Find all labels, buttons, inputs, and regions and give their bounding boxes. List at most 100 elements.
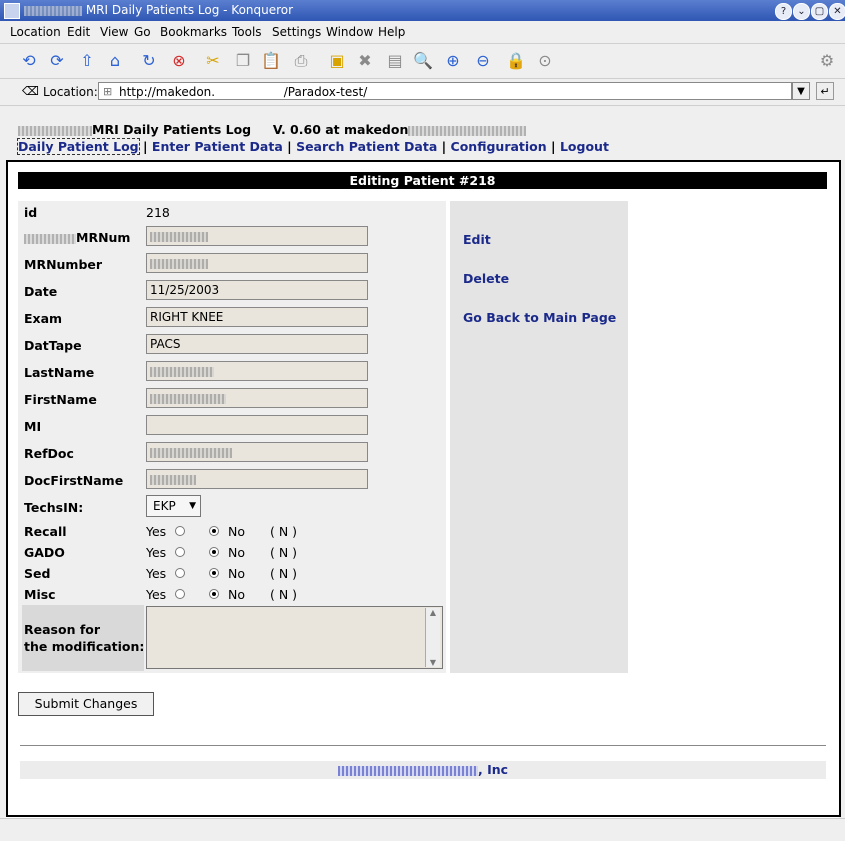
mi-field[interactable] [146, 415, 368, 435]
menu-help[interactable]: Help [378, 25, 405, 39]
download-icon[interactable]: ⊙ [534, 50, 556, 72]
sed-label: Sed [24, 566, 51, 581]
menu-go[interactable]: Go [134, 25, 151, 39]
nav-daily-patient-log[interactable]: Daily Patient Log [17, 138, 140, 155]
id-label: id [24, 205, 38, 220]
menu-window[interactable]: Window [326, 25, 373, 39]
nav-logout[interactable]: Logout [560, 139, 609, 154]
version-text: V. 0.60 at makedon [272, 122, 409, 137]
firstname-label: FirstName [24, 392, 97, 407]
page-title: Editing Patient #218 [18, 172, 827, 189]
menu-edit[interactable]: Edit [67, 25, 90, 39]
clear-location-icon[interactable]: ⌫ [22, 84, 39, 98]
techsin-select[interactable]: EKP ▼ [146, 495, 201, 517]
gado-yes-radio[interactable] [175, 547, 185, 557]
nav-search-patient-data[interactable]: Search Patient Data [296, 139, 437, 154]
forward-icon[interactable]: ⟳ [46, 50, 68, 72]
print-icon[interactable]: ⎙ [290, 50, 312, 72]
docfirstname-field[interactable] [146, 469, 368, 489]
lock-icon[interactable]: 🔒 [505, 50, 527, 72]
nav-configuration[interactable]: Configuration [451, 139, 547, 154]
close-button[interactable]: ✕ [829, 3, 845, 20]
reason-label-line1: Reason for [24, 622, 101, 637]
refdoc-label: RefDoc [24, 446, 74, 461]
location-bar: ⌫ Location: ⊞ http://makedon. /Paradox-te… [0, 79, 845, 106]
submit-changes-button[interactable]: Submit Changes [18, 692, 154, 716]
stop-icon[interactable]: ⊗ [168, 50, 190, 72]
delete-link[interactable]: Delete [463, 271, 509, 286]
window-title-bar[interactable]: MRI Daily Patients Log - Konqueror ? ⌄ ▢… [0, 0, 845, 21]
mi-label: MI [24, 419, 42, 434]
techsin-label: TechsIN: [24, 500, 84, 515]
delete-icon[interactable]: ✖ [354, 50, 376, 72]
zoom-in-icon[interactable]: ⊕ [442, 50, 464, 72]
reload-icon[interactable]: ↻ [138, 50, 160, 72]
recall-label: Recall [24, 524, 67, 539]
misc-no-radio[interactable] [209, 589, 219, 599]
page-header: MRI Daily Patients Log V. 0.60 at makedo… [6, 108, 839, 162]
menu-location[interactable]: Location [10, 25, 61, 39]
menu-bar: Location Edit View Go Bookmarks Tools Se… [0, 21, 845, 44]
page-favicon-icon: ⊞ [103, 85, 113, 98]
lastname-field[interactable] [146, 361, 368, 381]
location-label: Location: [43, 85, 98, 99]
textarea-scrollbar[interactable]: ▲ ▼ [425, 608, 440, 667]
toolbar: ⟲ ⟳ ⇧ ⌂ ↻ ⊗ ✂ ❐ 📋 ⎙ ▣ ✖ ▤ 🔍 ⊕ ⊖ 🔒 ⊙ ⚙ [0, 44, 845, 79]
status-bar [0, 818, 845, 841]
misc-yes-radio[interactable] [175, 589, 185, 599]
main-nav: Daily Patient Log | Enter Patient Data |… [17, 138, 609, 155]
menu-bookmarks[interactable]: Bookmarks [160, 25, 227, 39]
exam-field[interactable]: RIGHT KNEE [146, 307, 368, 327]
reason-label-box: Reason for the modification: [22, 605, 144, 671]
help-button[interactable]: ? [775, 3, 792, 20]
gear-icon[interactable]: ⚙ [816, 50, 838, 72]
mrnumber-field[interactable] [146, 253, 368, 273]
home-icon[interactable]: ⌂ [104, 50, 126, 72]
date-field[interactable]: 11/25/2003 [146, 280, 368, 300]
date-label: Date [24, 284, 58, 299]
page-content: MRI Daily Patients Log V. 0.60 at makedo… [6, 108, 841, 818]
app-title: MRI Daily Patients Log V. 0.60 at makedo… [18, 122, 527, 137]
minimize-button[interactable]: ⌄ [793, 3, 810, 20]
menu-view[interactable]: View [100, 25, 128, 39]
actions-panel: Edit Delete Go Back to Main Page [450, 201, 628, 673]
cut-icon[interactable]: ✂ [202, 50, 224, 72]
menu-tools[interactable]: Tools [232, 25, 262, 39]
id-value: 218 [146, 205, 170, 220]
scroll-down-icon[interactable]: ▼ [426, 658, 440, 667]
maximize-button[interactable]: ▢ [811, 3, 828, 20]
misc-label: Misc [24, 587, 56, 602]
url-input[interactable]: ⊞ http://makedon. /Paradox-test/ [98, 82, 792, 100]
konqueror-icon [4, 3, 20, 19]
back-icon[interactable]: ⟲ [18, 50, 40, 72]
edit-link[interactable]: Edit [463, 232, 491, 247]
dattape-field[interactable]: PACS [146, 334, 368, 354]
divider [20, 745, 826, 746]
reason-textarea[interactable]: ▲ ▼ [146, 606, 443, 669]
recall-yes-radio[interactable] [175, 526, 185, 536]
mrnum-label: MRNum [24, 230, 130, 245]
new-folder-icon[interactable]: ▣ [326, 50, 348, 72]
gado-no-radio[interactable] [209, 547, 219, 557]
nav-enter-patient-data[interactable]: Enter Patient Data [152, 139, 283, 154]
copy-icon[interactable]: ❐ [232, 50, 254, 72]
zoom-out-icon[interactable]: ⊖ [472, 50, 494, 72]
firstname-field[interactable] [146, 388, 368, 408]
back-to-main-link[interactable]: Go Back to Main Page [463, 310, 616, 325]
up-icon[interactable]: ⇧ [76, 50, 98, 72]
scroll-up-icon[interactable]: ▲ [426, 608, 440, 617]
sed-no-radio[interactable] [209, 568, 219, 578]
menu-settings[interactable]: Settings [272, 25, 321, 39]
go-button[interactable]: ↵ [816, 82, 834, 100]
footer: , Inc [20, 761, 826, 779]
mrnum-field[interactable] [146, 226, 368, 246]
window-title: MRI Daily Patients Log - Konqueror [24, 3, 293, 17]
zoom-icon[interactable]: 🔍 [412, 50, 434, 72]
mrnumber-label: MRNumber [24, 257, 103, 272]
url-history-dropdown[interactable]: ▼ [792, 82, 810, 100]
sed-yes-radio[interactable] [175, 568, 185, 578]
recall-no-radio[interactable] [209, 526, 219, 536]
print-preview-icon[interactable]: ▤ [384, 50, 406, 72]
paste-icon[interactable]: 📋 [260, 50, 282, 72]
refdoc-field[interactable] [146, 442, 368, 462]
